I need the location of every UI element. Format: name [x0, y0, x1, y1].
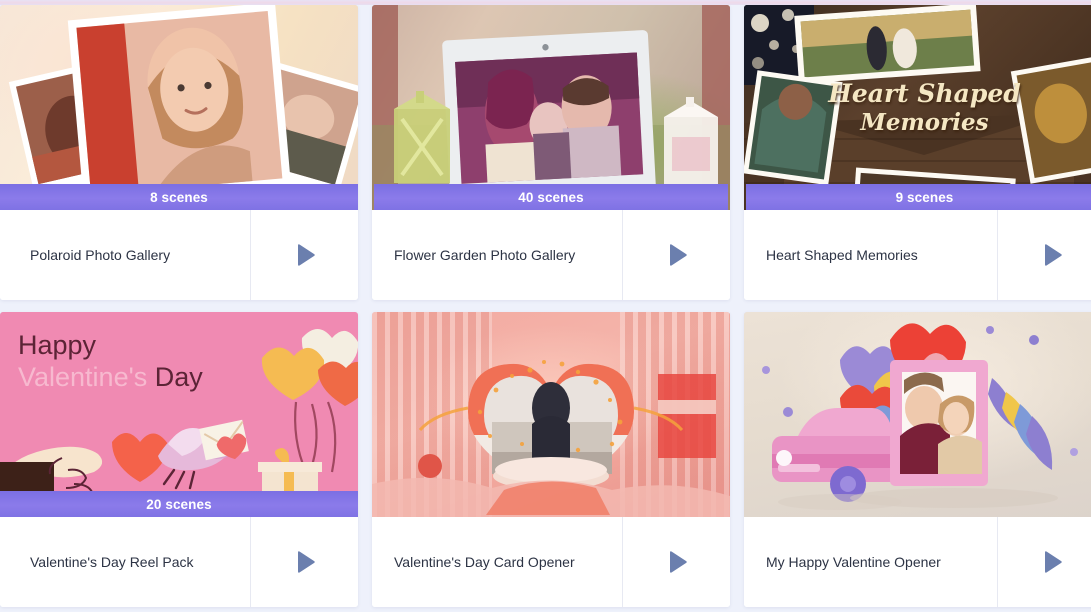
heading-line2-bold: Day	[154, 361, 203, 392]
thumbnail-art-my-happy-valentine	[744, 312, 1091, 517]
template-gallery-grid: 8 scenes Polaroid Photo Gallery 40 scene…	[0, 5, 1091, 607]
play-icon	[669, 551, 687, 573]
thumbnail-heading: Happy Valentine's Day	[18, 330, 203, 394]
card-footer: My Happy Valentine Opener	[744, 517, 1091, 607]
template-card[interactable]: My Happy Valentine Opener	[744, 312, 1091, 607]
play-icon	[1044, 551, 1062, 573]
scene-count-badge: 20 scenes	[0, 491, 358, 517]
play-icon	[297, 244, 315, 266]
template-card[interactable]: 8 scenes Polaroid Photo Gallery	[0, 5, 358, 300]
card-thumbnail[interactable]: Happy Valentine's Day 20 scenes	[0, 312, 358, 517]
play-button[interactable]	[997, 210, 1091, 300]
template-card[interactable]: Happy Valentine's Day 20 scenes Valentin…	[0, 312, 358, 607]
template-card[interactable]: Valentine's Day Card Opener	[372, 312, 730, 607]
card-title: Polaroid Photo Gallery	[30, 246, 171, 263]
card-thumbnail[interactable]: 40 scenes	[372, 5, 730, 210]
thumbnail-script-title: Heart Shaped Memories	[828, 78, 1020, 138]
card-title: My Happy Valentine Opener	[766, 553, 941, 570]
card-title: Valentine's Day Card Opener	[394, 553, 575, 570]
card-footer: Valentine's Day Card Opener	[372, 517, 730, 607]
play-button[interactable]	[622, 210, 730, 300]
play-icon	[297, 551, 315, 573]
card-footer: Polaroid Photo Gallery	[0, 210, 358, 300]
script-title-line2: Memories	[860, 108, 989, 136]
play-button[interactable]	[250, 210, 358, 300]
play-icon	[669, 244, 687, 266]
thumbnail-art-heart-shaped-memories: Heart Shaped Memories	[744, 5, 1091, 210]
heading-line2-faint: Valentine's	[18, 361, 148, 392]
card-title: Valentine's Day Reel Pack	[30, 553, 194, 570]
heading-line1: Happy	[18, 330, 97, 360]
card-title: Flower Garden Photo Gallery	[394, 246, 576, 263]
card-footer: Flower Garden Photo Gallery	[372, 210, 730, 300]
card-footer: Heart Shaped Memories	[744, 210, 1091, 300]
play-button[interactable]	[250, 517, 358, 607]
thumbnail-art-card-opener	[372, 312, 730, 517]
card-thumbnail[interactable]: 8 scenes	[0, 5, 358, 210]
card-thumbnail[interactable]	[372, 312, 730, 517]
top-edge-strip	[0, 0, 1091, 5]
play-icon	[1044, 244, 1062, 266]
card-footer: Valentine's Day Reel Pack	[0, 517, 358, 607]
play-button[interactable]	[622, 517, 730, 607]
card-thumbnail[interactable]: Heart Shaped Memories 9 scenes	[744, 5, 1091, 210]
scene-count-badge: 9 scenes	[746, 184, 1091, 210]
thumbnail-art-polaroid	[0, 5, 358, 210]
card-title: Heart Shaped Memories	[766, 246, 918, 263]
card-thumbnail[interactable]	[744, 312, 1091, 517]
script-title-line1: Heart Shaped	[828, 78, 1021, 108]
template-card[interactable]: Heart Shaped Memories 9 scenes Heart Sha…	[744, 5, 1091, 300]
template-card[interactable]: 40 scenes Flower Garden Photo Gallery	[372, 5, 730, 300]
thumbnail-art-valentines-reel-pack: Happy Valentine's Day	[0, 312, 358, 517]
scene-count-badge: 8 scenes	[0, 184, 358, 210]
thumbnail-art-flower-garden	[372, 5, 730, 210]
play-button[interactable]	[997, 517, 1091, 607]
scene-count-badge: 40 scenes	[374, 184, 728, 210]
